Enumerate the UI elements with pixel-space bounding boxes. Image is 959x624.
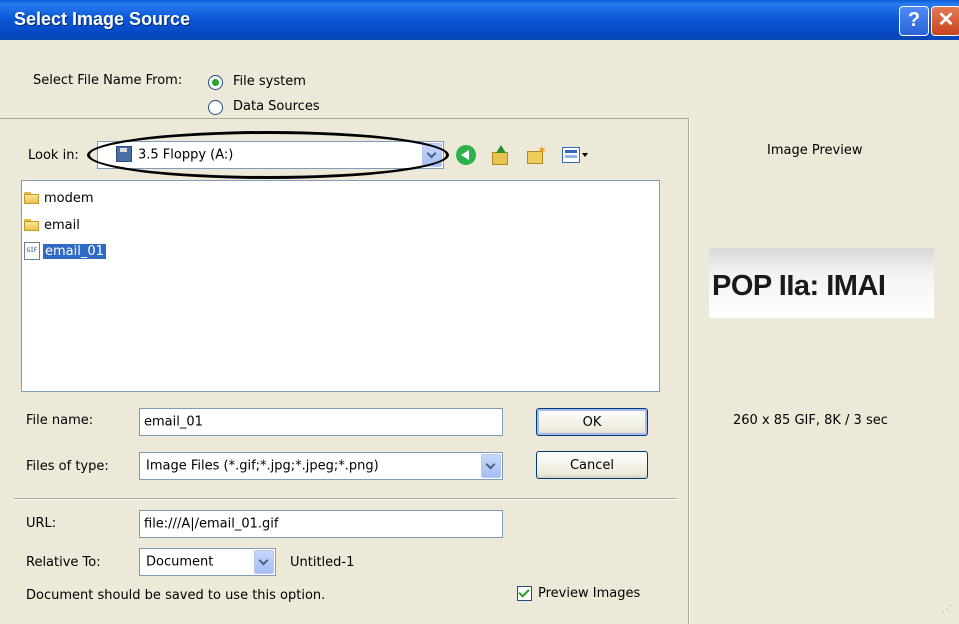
image-preview: POP IIa: IMAI (709, 248, 934, 318)
document-name: Untitled-1 (290, 555, 355, 570)
views-menu-icon[interactable] (562, 145, 590, 165)
select-image-source-dialog: Select Image Source ? ✕ Select File Name… (0, 0, 959, 624)
url-input[interactable]: file:///A|/email_01.gif (139, 510, 503, 538)
radio-selected-dot (212, 79, 219, 86)
relative-label: Relative To: (26, 555, 101, 570)
radio-file-system-label[interactable]: File system (233, 74, 306, 89)
preview-info: 260 x 85 GIF, 8K / 3 sec (733, 413, 888, 428)
file-list[interactable]: modem email GIF email_01 (21, 180, 660, 392)
resize-grip-icon[interactable]: ⋰ (942, 604, 956, 618)
chevron-down-icon[interactable] (481, 454, 501, 478)
preview-images-checkbox[interactable] (517, 586, 532, 601)
gif-file-icon: GIF (24, 242, 40, 260)
chevron-down-icon[interactable] (254, 550, 274, 574)
url-label: URL: (26, 516, 57, 531)
filetype-value: Image Files (*.gif;*.jpg;*.jpeg;*.png) (146, 458, 379, 474)
list-item-email-01[interactable]: GIF email_01 (24, 242, 106, 260)
back-icon[interactable] (456, 145, 476, 165)
preview-divider (688, 118, 689, 624)
preview-images-label[interactable]: Preview Images (538, 586, 640, 601)
url-value: file:///A|/email_01.gif (144, 516, 279, 532)
radio-data-sources[interactable] (208, 100, 223, 115)
save-note: Document should be saved to use this opt… (26, 588, 326, 603)
list-item-label: email_01 (43, 243, 106, 259)
radio-file-system[interactable] (208, 75, 223, 90)
folder-icon (24, 218, 40, 232)
list-item-label: modem (44, 190, 94, 206)
list-item-label: email (44, 217, 80, 233)
new-folder-icon[interactable]: ✶ (525, 143, 547, 165)
top-divider (0, 118, 688, 119)
title-bar[interactable]: Select Image Source ? ✕ (0, 0, 959, 40)
filename-input[interactable]: email_01 (139, 408, 503, 436)
dialog-title: Select Image Source (14, 9, 191, 29)
cancel-button[interactable]: Cancel (536, 451, 648, 479)
highlight-oval (87, 131, 449, 179)
url-divider (14, 498, 677, 499)
filetype-label: Files of type: (26, 459, 109, 474)
source-label: Select File Name From: (33, 73, 183, 88)
filetype-dropdown[interactable]: Image Files (*.gif;*.jpg;*.jpeg;*.png) (139, 452, 503, 480)
folder-icon (24, 191, 40, 205)
up-folder-icon[interactable] (490, 145, 510, 165)
relative-dropdown[interactable]: Document (139, 548, 276, 576)
help-button[interactable]: ? (899, 6, 929, 36)
radio-data-sources-label[interactable]: Data Sources (233, 99, 320, 114)
list-item-email[interactable]: email (24, 216, 82, 234)
preview-image-text: POP IIa: IMAI (712, 270, 886, 302)
lookin-label: Look in: (28, 148, 79, 163)
filename-label: File name: (26, 413, 94, 428)
filename-value: email_01 (144, 414, 203, 430)
list-item-modem[interactable]: modem (24, 189, 96, 207)
relative-value: Document (146, 554, 214, 570)
close-button[interactable]: ✕ (931, 6, 959, 36)
preview-heading: Image Preview (767, 143, 863, 158)
ok-button[interactable]: OK (536, 408, 648, 436)
